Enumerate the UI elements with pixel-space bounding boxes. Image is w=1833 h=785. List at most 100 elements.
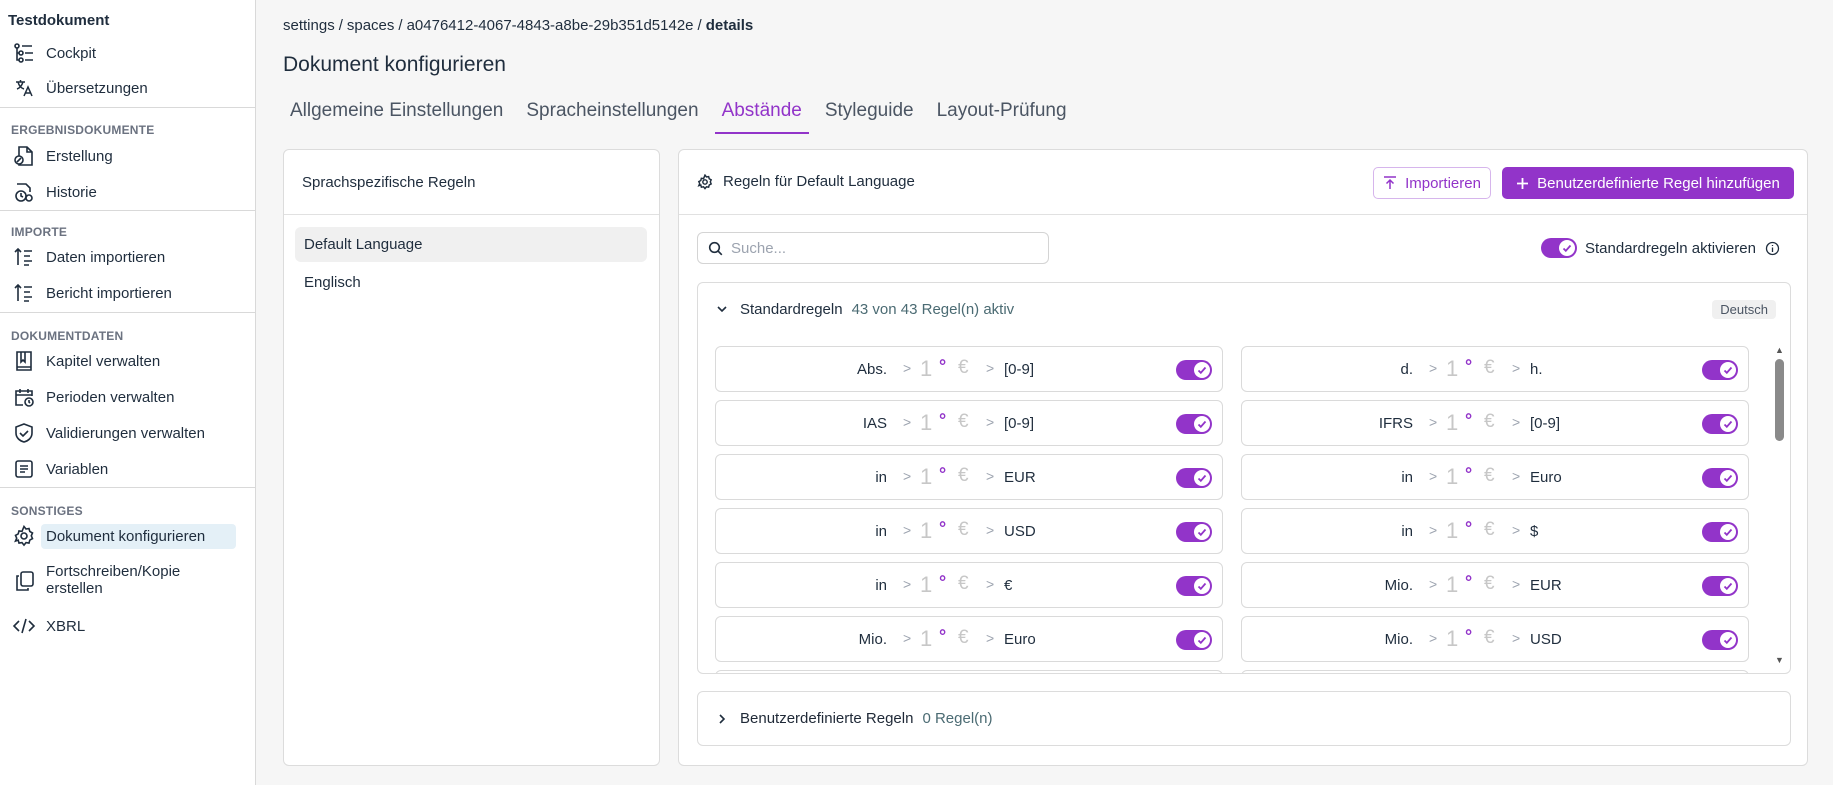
rule-toggle[interactable] <box>1702 414 1738 434</box>
scroll-down-icon[interactable]: ▼ <box>1775 655 1784 665</box>
rule-right-text: [0-9] <box>1004 361 1035 378</box>
page-title: Dokument konfigurieren <box>283 53 506 76</box>
divider <box>0 107 256 108</box>
spacing-degree-icon: ° <box>939 356 947 376</box>
example-euro: € <box>958 465 969 486</box>
toggle-knob <box>1720 632 1736 648</box>
sidebar: Testdokument Cockpit Übersetzungen ERGEB… <box>0 0 256 785</box>
tab-allgemeine-einstellungen[interactable]: Allgemeine Einstellungen <box>283 96 510 134</box>
rule-toggle[interactable] <box>1176 630 1212 650</box>
sidebar-item-erstellung[interactable]: Erstellung <box>12 142 113 170</box>
import-button[interactable]: Importieren <box>1373 167 1491 199</box>
rule-card: Abs. >1 ° € > [0-9] <box>715 346 1223 392</box>
variables-icon <box>12 457 36 481</box>
rule-left-text: Mio. <box>1384 577 1413 594</box>
search-input[interactable] <box>731 239 1031 257</box>
language-item-englisch[interactable]: Englisch <box>295 265 647 300</box>
add-custom-rule-button[interactable]: Benutzerdefinierte Regel hinzufügen <box>1502 167 1794 199</box>
rule-toggle[interactable] <box>1702 522 1738 542</box>
section-heading: IMPORTE <box>11 225 68 239</box>
rule-toggle[interactable] <box>1702 630 1738 650</box>
rule-toggle[interactable] <box>1702 360 1738 380</box>
cockpit-icon <box>12 41 36 65</box>
sidebar-item-bericht-importieren[interactable]: Bericht importieren <box>12 279 172 307</box>
rule-toggle[interactable] <box>1176 522 1212 542</box>
rule-right-text: EUR <box>1004 469 1036 486</box>
standard-rules-header[interactable]: Standardregeln 43 von 43 Regel(n) aktiv … <box>698 283 1790 335</box>
rule-card: IAS >1 ° € > [0-9] <box>715 400 1223 446</box>
example-euro: € <box>1484 627 1495 648</box>
rule-toggle[interactable] <box>1176 360 1212 380</box>
standard-rules-toggle[interactable] <box>1541 238 1577 258</box>
chevron-right-icon: > <box>1512 414 1521 430</box>
toggle-knob <box>1194 362 1210 378</box>
chevron-right-icon: > <box>986 360 995 376</box>
gear-icon <box>12 524 36 548</box>
chevron-right-icon: > <box>1512 522 1521 538</box>
sidebar-item-historie[interactable]: Historie <box>12 178 97 206</box>
rule-left-text: in <box>875 577 887 594</box>
sidebar-item-label: XBRL <box>46 617 86 635</box>
add-custom-rule-label: Benutzerdefinierte Regel hinzufügen <box>1537 174 1780 192</box>
sidebar-item-translations[interactable]: Übersetzungen <box>12 74 148 102</box>
info-icon[interactable] <box>1765 241 1780 256</box>
scroll-up-icon[interactable]: ▲ <box>1775 345 1784 355</box>
chevron-right-icon: > <box>903 360 912 376</box>
sidebar-item-label: Übersetzungen <box>46 79 148 97</box>
tab-styleguide[interactable]: Styleguide <box>818 96 921 134</box>
rule-toggle[interactable] <box>1176 414 1212 434</box>
history-icon <box>12 180 36 204</box>
rule-right-text: h. <box>1530 361 1543 378</box>
chevron-right-icon: > <box>1429 468 1438 484</box>
rule-right-text: € <box>1004 577 1013 594</box>
example-euro: € <box>958 357 969 378</box>
tab-abstaende[interactable]: Abstände <box>714 96 809 134</box>
language-item-default[interactable]: Default Language <box>295 227 647 262</box>
sidebar-item-kapitel[interactable]: Kapitel verwalten <box>12 347 160 375</box>
rule-toggle[interactable] <box>1176 576 1212 596</box>
sidebar-item-label: Daten importieren <box>46 248 166 266</box>
chevron-right-icon <box>716 713 728 725</box>
scrollbar-thumb[interactable] <box>1775 359 1784 441</box>
custom-rules-section[interactable]: Benutzerdefinierte Regeln 0 Regel(n) <box>697 691 1791 746</box>
sidebar-item-validierungen[interactable]: Validierungen verwalten <box>12 419 205 447</box>
example-number: 1 <box>920 572 933 597</box>
chevron-right-icon: > <box>903 468 912 484</box>
tab-layout-pruefung[interactable]: Layout-Prüfung <box>930 96 1074 134</box>
sidebar-item-perioden[interactable]: Perioden verwalten <box>12 383 174 411</box>
rule-left-text: in <box>875 523 887 540</box>
rule-toggle[interactable] <box>1176 468 1212 488</box>
book-icon <box>12 349 36 373</box>
language-badge: Deutsch <box>1712 300 1776 319</box>
spacing-degree-icon: ° <box>939 464 947 484</box>
rule-card <box>1241 670 1749 673</box>
rule-card: Mio. >1 ° € > USD <box>1241 616 1749 662</box>
sidebar-item-label: Variablen <box>46 460 109 478</box>
sidebar-item-xbrl[interactable]: XBRL <box>12 612 85 640</box>
sidebar-item-daten-importieren[interactable]: Daten importieren <box>12 243 165 271</box>
breadcrumb-link[interactable]: spaces <box>347 17 395 34</box>
breadcrumb-link[interactable]: settings <box>283 17 335 34</box>
rule-toggle[interactable] <box>1702 576 1738 596</box>
breadcrumb-separator: / <box>398 17 403 34</box>
spacing-degree-icon: ° <box>939 572 947 592</box>
rule-left-text: Mio. <box>1384 631 1413 648</box>
rule-right-text: USD <box>1530 631 1562 648</box>
sidebar-item-label: Kapitel verwalten <box>46 352 161 370</box>
scrollbar[interactable]: ▲ ▼ <box>1772 345 1786 665</box>
breadcrumb-current: details <box>705 17 754 34</box>
upload-icon <box>1383 176 1397 190</box>
sidebar-item-fortschreiben[interactable]: Fortschreiben/Kopie erstellen <box>12 563 216 603</box>
import-list-icon <box>12 245 36 269</box>
example-euro: € <box>1484 573 1495 594</box>
import-button-label: Importieren <box>1405 174 1481 192</box>
sidebar-item-variablen[interactable]: Variablen <box>12 455 108 483</box>
sidebar-item-cockpit[interactable]: Cockpit <box>12 39 96 67</box>
toggle-knob <box>1194 632 1210 648</box>
breadcrumb-separator: / <box>338 17 343 34</box>
tab-spracheinstellungen[interactable]: Spracheinstellungen <box>519 96 705 134</box>
sidebar-item-dokument-konfigurieren[interactable]: Dokument konfigurieren <box>12 522 236 550</box>
rule-toggle[interactable] <box>1702 468 1738 488</box>
breadcrumb-link[interactable]: a0476412-4067-4843-a8be-29b351d5142e <box>407 17 694 34</box>
example-euro: € <box>958 411 969 432</box>
